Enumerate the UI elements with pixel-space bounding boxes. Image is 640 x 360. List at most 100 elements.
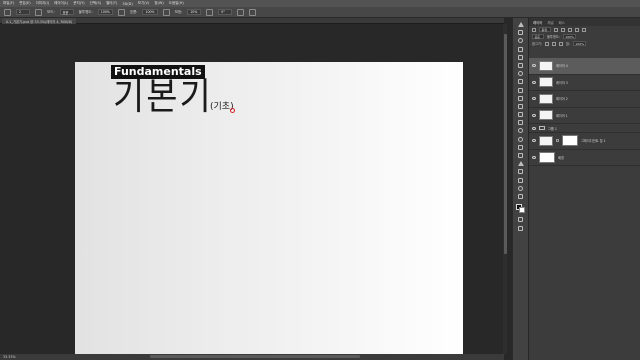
lock-pixels-icon[interactable] [544, 41, 549, 46]
layer-thumbnail [539, 77, 553, 88]
flow-label: 흐름: [129, 9, 138, 14]
layer-name[interactable]: 레이어 3 [556, 80, 568, 85]
history-brush-tool-icon[interactable] [518, 103, 523, 109]
type-filter-icon[interactable] [568, 27, 572, 32]
vertical-scroll-thumb[interactable] [503, 34, 507, 254]
canvas[interactable]: Fundamentals 기본기 (기초) [75, 62, 463, 360]
layer-name[interactable]: 그룹 1 [548, 126, 557, 131]
lasso-tool-icon[interactable] [518, 38, 523, 44]
menu-edit[interactable]: 편집(E) [19, 1, 30, 6]
workspace[interactable]: Fundamentals 기본기 (기초) [0, 24, 504, 360]
menu-help[interactable]: 도움말(H) [169, 1, 184, 6]
frame-tool-icon[interactable] [518, 62, 523, 68]
layer-opacity-field[interactable]: 100% [562, 34, 577, 39]
symmetry-icon[interactable] [249, 8, 257, 16]
layer-name[interactable]: 레이어 1 [556, 113, 568, 118]
layers-list: 레이어 4 레이어 3 레이어 2 레이어 1 그룹 1 그레이디언트 칠 1 … [529, 58, 640, 166]
move-tool-icon[interactable] [517, 22, 524, 27]
layer-name[interactable]: 배경 [558, 155, 564, 160]
menu-filter[interactable]: 필터(T) [106, 1, 117, 6]
blend-mode-select[interactable]: 표준 [532, 34, 544, 39]
pixel-filter-icon[interactable] [554, 27, 558, 32]
horizontal-scrollbar[interactable] [150, 355, 360, 358]
brush-size-field[interactable]: 2 [16, 9, 30, 15]
fill-field[interactable]: 100% [572, 41, 587, 46]
pressure-size-icon[interactable] [237, 8, 245, 16]
pressure-opacity-icon[interactable] [117, 8, 125, 16]
smoothing-field[interactable]: 10% [187, 9, 202, 15]
menu-3d[interactable]: 3D(D) [122, 2, 132, 6]
vertical-scrollbar[interactable] [503, 24, 507, 354]
eye-icon[interactable] [532, 64, 536, 68]
brush-tool-icon[interactable] [518, 87, 523, 93]
menu-window[interactable]: 창(W) [154, 1, 163, 6]
blur-tool-icon[interactable] [518, 128, 523, 134]
handwritten-title: 기본기 [113, 75, 213, 119]
shape-filter-icon[interactable] [575, 27, 579, 32]
kind-filter-select[interactable]: 종류 [539, 27, 551, 32]
tab-channels[interactable]: 채널 [547, 20, 553, 25]
adjustment-filter-icon[interactable] [561, 27, 565, 32]
shape-tool-icon[interactable] [518, 169, 523, 175]
menu-image[interactable]: 이미지(I) [36, 1, 49, 6]
menu-type[interactable]: 문자(Y) [73, 1, 84, 6]
lock-all-icon[interactable] [558, 41, 563, 46]
zoom-readout[interactable]: 33.33% [3, 355, 16, 359]
tab-paths[interactable]: 패스 [559, 20, 565, 25]
eraser-tool-icon[interactable] [518, 112, 523, 118]
search-icon[interactable] [532, 27, 536, 32]
eye-icon[interactable] [532, 97, 536, 101]
red-circle-mark [230, 108, 235, 113]
menu-layer[interactable]: 레이어(L) [54, 1, 68, 6]
flow-field[interactable]: 100% [142, 9, 158, 15]
eye-icon[interactable] [532, 155, 536, 159]
zoom-tool-icon[interactable] [518, 185, 523, 191]
fill-layer-row[interactable]: 그레이디언트 칠 1 [529, 133, 640, 150]
smoothing-label: 보정: [174, 9, 183, 14]
eye-icon[interactable] [532, 139, 536, 143]
airbrush-icon[interactable] [162, 8, 170, 16]
stamp-tool-icon[interactable] [518, 95, 523, 101]
background-layer-row[interactable]: 배경 [529, 150, 640, 166]
eyedropper-tool-icon[interactable] [518, 71, 523, 77]
layer-name[interactable]: 레이어 4 [556, 63, 568, 68]
layer-row[interactable]: 레이어 2 [529, 91, 640, 108]
eye-icon[interactable] [532, 113, 536, 117]
tab-layers[interactable]: 레이어 [533, 20, 542, 25]
layer-name[interactable]: 그레이디언트 칠 1 [581, 138, 606, 143]
layer-name[interactable]: 레이어 2 [556, 96, 568, 101]
smart-object-filter-icon[interactable] [582, 27, 586, 32]
dodge-tool-icon[interactable] [518, 136, 523, 142]
layer-row[interactable]: 레이어 4 [529, 58, 640, 75]
hand-tool-icon[interactable] [518, 177, 523, 183]
lock-position-icon[interactable] [551, 41, 556, 46]
background-color-swatch[interactable] [518, 207, 525, 214]
eye-icon[interactable] [532, 80, 536, 84]
angle-field[interactable]: 0° [218, 9, 233, 15]
type-tool-icon[interactable] [518, 153, 523, 158]
gear-icon[interactable] [206, 8, 214, 16]
eye-icon[interactable] [532, 126, 536, 130]
menu-view[interactable]: 보기(V) [138, 1, 150, 6]
path-select-tool-icon[interactable] [517, 161, 524, 167]
quick-mask-icon[interactable] [518, 217, 523, 223]
layer-row[interactable]: 레이어 3 [529, 75, 640, 91]
chain-link-icon[interactable] [556, 139, 559, 143]
quick-select-tool-icon[interactable] [518, 46, 523, 52]
brush-tool-icon[interactable] [4, 8, 11, 16]
color-swatches[interactable] [515, 204, 526, 214]
crop-tool-icon[interactable] [518, 54, 523, 60]
pen-tool-icon[interactable] [518, 144, 523, 150]
gradient-tool-icon[interactable] [518, 120, 523, 126]
screen-mode-icon[interactable] [518, 225, 523, 231]
healing-tool-icon[interactable] [518, 79, 523, 85]
brush-settings-icon[interactable] [35, 8, 42, 16]
layer-row[interactable]: 레이어 1 [529, 108, 640, 124]
menu-select[interactable]: 선택(S) [90, 1, 101, 6]
marquee-tool-icon[interactable] [518, 30, 523, 36]
menu-file[interactable]: 파일(F) [3, 1, 14, 6]
mode-select[interactable]: 표준 [59, 9, 74, 15]
group-row[interactable]: 그룹 1 [529, 124, 640, 133]
opacity-field[interactable]: 100% [97, 9, 113, 15]
more-tools-icon[interactable] [518, 193, 523, 199]
